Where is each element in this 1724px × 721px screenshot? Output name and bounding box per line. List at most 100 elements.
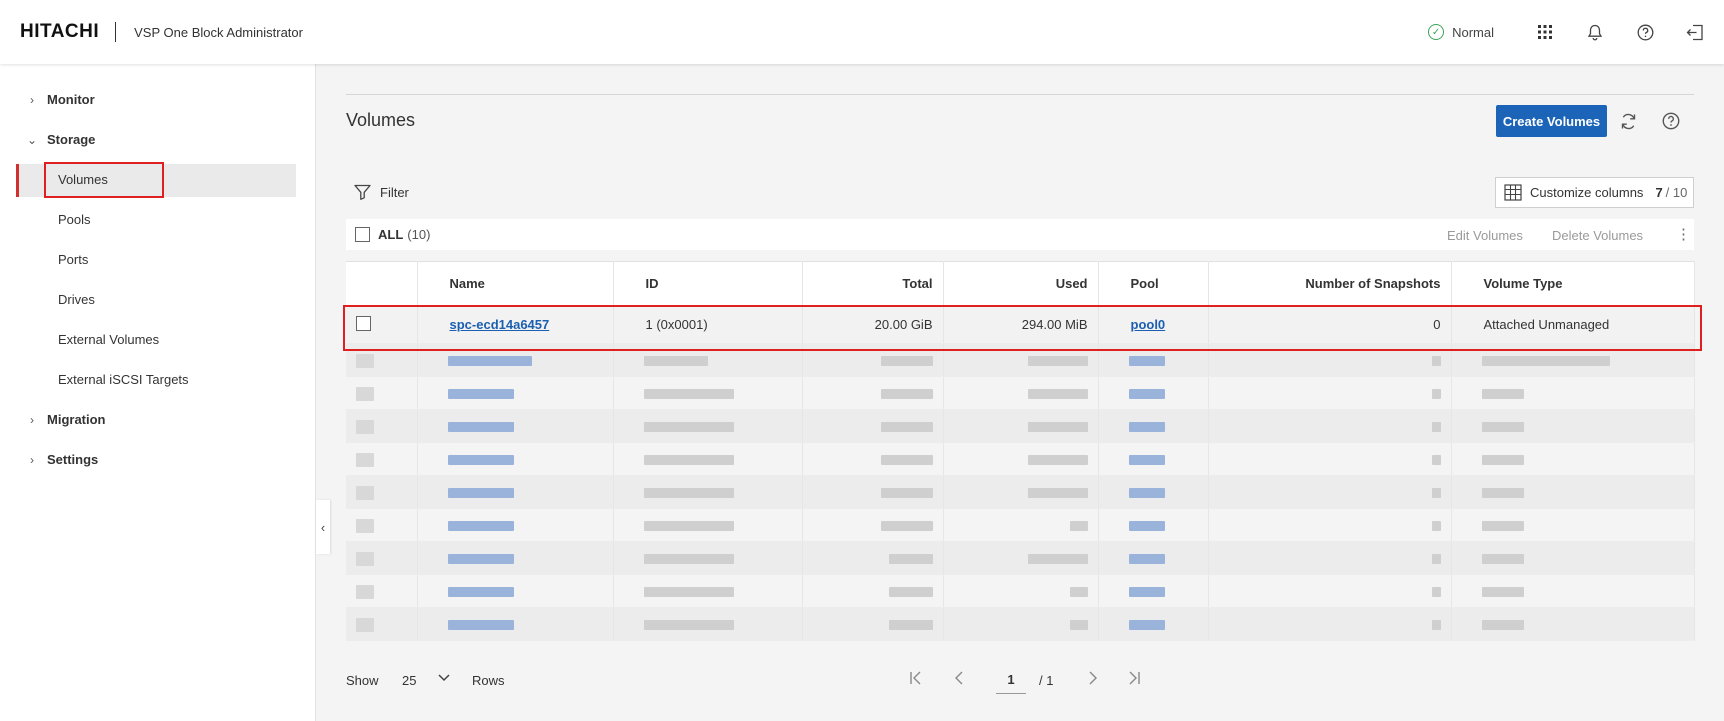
table-columns-icon [1504,184,1522,201]
table-row-redacted[interactable] [346,574,1695,608]
column-header-used[interactable]: Used [943,261,1099,306]
redacted-text [1027,455,1088,466]
column-header-select [346,261,418,306]
redacted-text [1481,455,1524,466]
redacted-text [447,422,514,433]
table-row-redacted[interactable] [346,376,1695,410]
sidebar-collapse-toggle[interactable]: ‹ [316,500,330,554]
redacted-text [447,521,514,532]
refresh-icon[interactable] [1617,110,1639,132]
table-row-redacted[interactable] [346,475,1695,509]
help-icon[interactable] [1620,24,1670,41]
redacted-text [880,356,933,367]
redacted-text [888,554,933,565]
header-divider [115,22,117,42]
redacted-text [643,554,734,565]
table-row-redacted[interactable] [346,541,1695,575]
column-header-pool[interactable]: Pool [1098,261,1209,306]
sidebar-group-monitor[interactable]: › Monitor [24,92,95,107]
filter-label: Filter [380,184,409,200]
create-volumes-button[interactable]: Create Volumes [1496,105,1607,137]
table-row-redacted[interactable] [346,442,1695,476]
app-header: HITACHI VSP One Block Administrator ✓ No… [0,0,1724,64]
more-options-icon[interactable]: ⋮ [1676,225,1691,243]
redacted-text [1128,620,1165,631]
table-row-redacted[interactable] [346,409,1695,443]
sidebar-item-volumes[interactable]: Volumes [58,172,108,187]
redacted-checkbox [356,452,374,467]
table-row[interactable]: spc-ecd14a6457 1 (0x0001) 20.00 GiB 294.… [346,305,1695,344]
product-name: VSP One Block Administrator [134,24,303,40]
volume-name-link[interactable]: spc-ecd14a6457 [450,317,550,332]
next-page-icon[interactable] [1083,668,1103,688]
redacted-text [880,389,933,400]
table-row-redacted[interactable] [346,508,1695,542]
redacted-text [1128,389,1165,400]
sidebar-item-ports[interactable]: Ports [58,252,88,267]
current-page-input[interactable]: 1 [996,666,1026,694]
redacted-text [1431,455,1441,466]
sidebar-group-migration[interactable]: › Migration [24,412,106,427]
redacted-text [1069,587,1088,598]
table-row-redacted[interactable] [346,607,1695,641]
redacted-text [1128,422,1165,433]
redacted-text [1128,521,1165,532]
redacted-text [1128,455,1165,466]
redacted-text [1431,587,1441,598]
sidebar-item-external-iscsi-targets[interactable]: External iSCSI Targets [58,372,189,387]
sidebar-item-drives[interactable]: Drives [58,292,95,307]
column-header-id[interactable]: ID [613,261,803,306]
redacted-text [1481,356,1610,367]
chevron-right-icon: › [30,412,34,427]
redacted-text [1069,521,1088,532]
edit-volumes-button[interactable]: Edit Volumes [1447,228,1523,243]
redacted-text [447,587,514,598]
logout-icon[interactable] [1670,24,1720,41]
customize-columns-button[interactable]: Customize columns 7 / 10 [1495,177,1694,208]
chevron-down-icon[interactable] [436,669,452,688]
sidebar-item-external-volumes[interactable]: External Volumes [58,332,159,347]
pool-link[interactable]: pool0 [1131,317,1166,332]
sidebar-group-label: Monitor [47,92,95,107]
delete-volumes-button[interactable]: Delete Volumes [1552,228,1643,243]
sidebar-group-label: Storage [47,132,96,147]
first-page-icon[interactable] [906,668,926,688]
redacted-text [447,455,514,466]
column-header-total[interactable]: Total [802,261,944,306]
filter-button[interactable]: Filter [354,184,409,200]
redacted-checkbox [356,485,374,500]
page-title: Volumes [346,110,416,130]
select-all-checkbox[interactable] [355,227,370,242]
page-help-icon[interactable] [1660,110,1682,132]
redacted-text [643,389,734,400]
chevron-right-icon: › [30,92,34,107]
sidebar-group-storage[interactable]: ⌄ Storage [24,132,95,147]
redacted-checkbox [356,419,374,434]
column-header-volume-type[interactable]: Volume Type [1451,261,1695,306]
column-header-name[interactable]: Name [417,261,614,306]
select-all-label: ALL [378,227,404,242]
bell-icon[interactable] [1570,24,1620,41]
redacted-text [880,422,933,433]
redacted-text [447,389,514,400]
sidebar-item-pools[interactable]: Pools [58,212,91,227]
column-header-snapshots[interactable]: Number of Snapshots [1208,261,1452,306]
last-page-icon[interactable] [1124,668,1144,688]
redacted-text [1431,521,1441,532]
table-action-bar: ALL (10) Edit Volumes Delete Volumes ⋮ [346,219,1694,250]
redacted-text [1027,389,1088,400]
system-status[interactable]: ✓ Normal [1428,24,1494,40]
show-label: Show [346,673,379,688]
row-total-count: (10) [407,227,431,242]
rows-per-page-value[interactable]: 25 [402,673,416,688]
redacted-text [1027,488,1088,499]
app-grid-icon[interactable] [1520,24,1570,40]
redacted-text [1481,488,1524,499]
redacted-text [1481,587,1524,598]
previous-page-icon[interactable] [949,668,969,688]
row-checkbox[interactable] [356,315,371,331]
brand-logo: HITACHI [20,21,100,42]
sidebar-group-settings[interactable]: › Settings [24,452,98,467]
table-row-redacted[interactable] [346,343,1695,377]
redacted-text [1431,554,1441,565]
